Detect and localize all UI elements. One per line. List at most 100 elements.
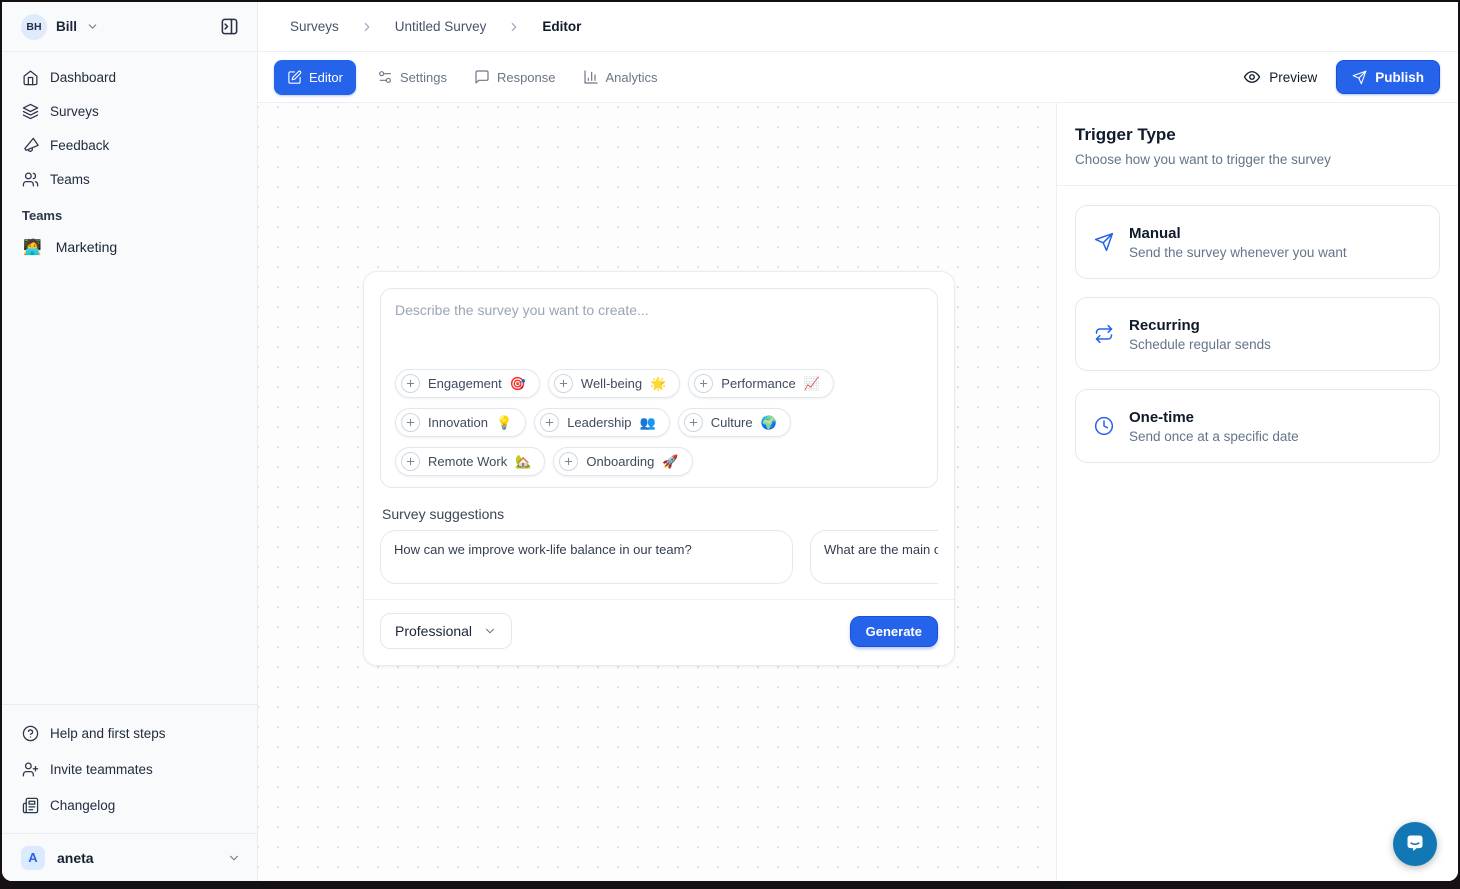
option-title: Manual [1129, 225, 1347, 242]
chip-label: Engagement [428, 376, 502, 391]
survey-description-box[interactable]: Engagement 🎯 Well-being 🌟 Performance [380, 288, 938, 488]
plus-icon [694, 374, 713, 393]
topic-chip-culture[interactable]: Culture 🌍 [678, 408, 791, 437]
workspace-avatar: BH [21, 14, 47, 40]
plus-icon [559, 452, 578, 471]
edit-icon [287, 70, 302, 85]
tone-select[interactable]: Professional [380, 613, 512, 649]
sidebar-item-label: Help and first steps [50, 726, 166, 741]
suggestion-card[interactable]: How can we improve work-life balance in … [380, 530, 793, 584]
user-avatar: A [21, 846, 45, 870]
sidebar-collapse-button[interactable] [216, 13, 243, 40]
newspaper-icon [22, 797, 39, 814]
sidebar-item-label: Invite teammates [50, 762, 153, 777]
chip-emoji: 🎯 [510, 376, 526, 392]
topic-chips: Engagement 🎯 Well-being 🌟 Performance [395, 369, 923, 476]
composer-footer: Professional Generate [364, 599, 954, 649]
tab-editor[interactable]: Editor [274, 60, 356, 95]
panel-title: Trigger Type [1075, 125, 1440, 145]
bar-chart-icon [583, 69, 599, 85]
publish-button[interactable]: Publish [1336, 60, 1440, 94]
editor-toolbar: Editor Settings Response [258, 52, 1458, 103]
tab-settings[interactable]: Settings [371, 60, 453, 95]
suggestion-card[interactable]: What are the main ob [810, 530, 938, 584]
topic-chip-leadership[interactable]: Leadership 👥 [534, 408, 670, 437]
user-menu[interactable]: A aneta [2, 833, 257, 881]
sidebar-spacer [2, 265, 257, 704]
workspace-name: Bill [56, 19, 77, 34]
repeat-icon [1094, 324, 1114, 344]
suggestions-row: How can we improve work-life balance in … [380, 530, 938, 584]
tab-label: Editor [309, 70, 343, 85]
topic-chip-well-being[interactable]: Well-being 🌟 [548, 369, 680, 398]
chip-emoji: 📈 [804, 376, 820, 392]
topic-chip-remote-work[interactable]: Remote Work 🏡 [395, 447, 545, 476]
breadcrumb-untitled-survey[interactable]: Untitled Survey [395, 19, 487, 34]
chip-emoji: 💡 [496, 415, 512, 431]
sidebar-nav: Dashboard Surveys Feedback Teams [2, 52, 257, 196]
topic-chip-innovation[interactable]: Innovation 💡 [395, 408, 526, 437]
trigger-options: Manual Send the survey whenever you want… [1057, 186, 1458, 482]
chevron-right-icon [360, 20, 374, 34]
user-name: aneta [57, 850, 94, 866]
topic-chip-performance[interactable]: Performance 📈 [688, 369, 834, 398]
chevron-down-icon [227, 851, 241, 865]
chip-label: Leadership [567, 415, 631, 430]
main-area: Surveys Untitled Survey Editor Editor [258, 2, 1458, 881]
workspace-switcher[interactable]: BH Bill [2, 2, 257, 52]
sidebar-footer-nav: Help and first steps Invite teammates Ch… [2, 704, 257, 833]
plus-icon [684, 413, 703, 432]
sidebar-item-dashboard[interactable]: Dashboard [14, 60, 245, 94]
chevron-right-icon [507, 20, 521, 34]
users-icon [22, 171, 39, 188]
sidebar-team-marketing[interactable]: 🧑‍💻 Marketing [2, 229, 257, 265]
sidebar-item-help[interactable]: Help and first steps [14, 715, 245, 751]
topic-chip-onboarding[interactable]: Onboarding 🚀 [553, 447, 692, 476]
breadcrumb-surveys[interactable]: Surveys [290, 19, 339, 34]
survey-description-input[interactable] [395, 302, 923, 369]
send-icon [1094, 232, 1114, 252]
trigger-option-manual[interactable]: Manual Send the survey whenever you want [1075, 205, 1440, 279]
sidebar-item-label: Changelog [50, 798, 115, 813]
topic-chip-engagement[interactable]: Engagement 🎯 [395, 369, 540, 398]
chat-bubble-icon [1403, 831, 1427, 858]
team-label: Marketing [56, 239, 117, 255]
layers-icon [22, 103, 39, 120]
generate-button[interactable]: Generate [850, 616, 938, 647]
publish-label: Publish [1375, 70, 1424, 85]
send-icon [1352, 70, 1367, 85]
editor-canvas[interactable]: Engagement 🎯 Well-being 🌟 Performance [258, 103, 1056, 881]
plus-icon [401, 413, 420, 432]
chevron-down-icon [483, 624, 497, 638]
preview-button[interactable]: Preview [1243, 68, 1317, 86]
sidebar-item-label: Feedback [50, 138, 109, 153]
chat-launcher-button[interactable] [1393, 822, 1437, 866]
chip-label: Remote Work [428, 454, 507, 469]
chip-label: Culture [711, 415, 753, 430]
sidebar-item-changelog[interactable]: Changelog [14, 787, 245, 823]
trigger-option-recurring[interactable]: Recurring Schedule regular sends [1075, 297, 1440, 371]
tab-response[interactable]: Response [468, 60, 562, 95]
home-icon [22, 69, 39, 86]
chip-emoji: 🌍 [761, 415, 777, 431]
trigger-option-one-time[interactable]: One-time Send once at a specific date [1075, 389, 1440, 463]
sidebar-item-label: Teams [50, 172, 90, 187]
sidebar-item-invite[interactable]: Invite teammates [14, 751, 245, 787]
sidebar-item-surveys[interactable]: Surveys [14, 94, 245, 128]
sidebar-item-teams[interactable]: Teams [14, 162, 245, 196]
panel-header: Trigger Type Choose how you want to trig… [1057, 103, 1458, 186]
tab-analytics[interactable]: Analytics [577, 60, 664, 95]
chip-label: Innovation [428, 415, 488, 430]
eye-icon [1243, 68, 1261, 86]
chip-emoji: 🚀 [662, 454, 678, 470]
trigger-type-panel: Trigger Type Choose how you want to trig… [1056, 103, 1458, 881]
tab-label: Analytics [606, 70, 658, 85]
teams-section-label: Teams [2, 196, 257, 229]
clock-icon [1094, 416, 1114, 436]
option-description: Schedule regular sends [1129, 337, 1271, 352]
chip-emoji: 🏡 [515, 454, 531, 470]
sidebar-item-feedback[interactable]: Feedback [14, 128, 245, 162]
plus-icon [401, 452, 420, 471]
option-description: Send once at a specific date [1129, 429, 1299, 444]
chip-label: Onboarding [586, 454, 654, 469]
